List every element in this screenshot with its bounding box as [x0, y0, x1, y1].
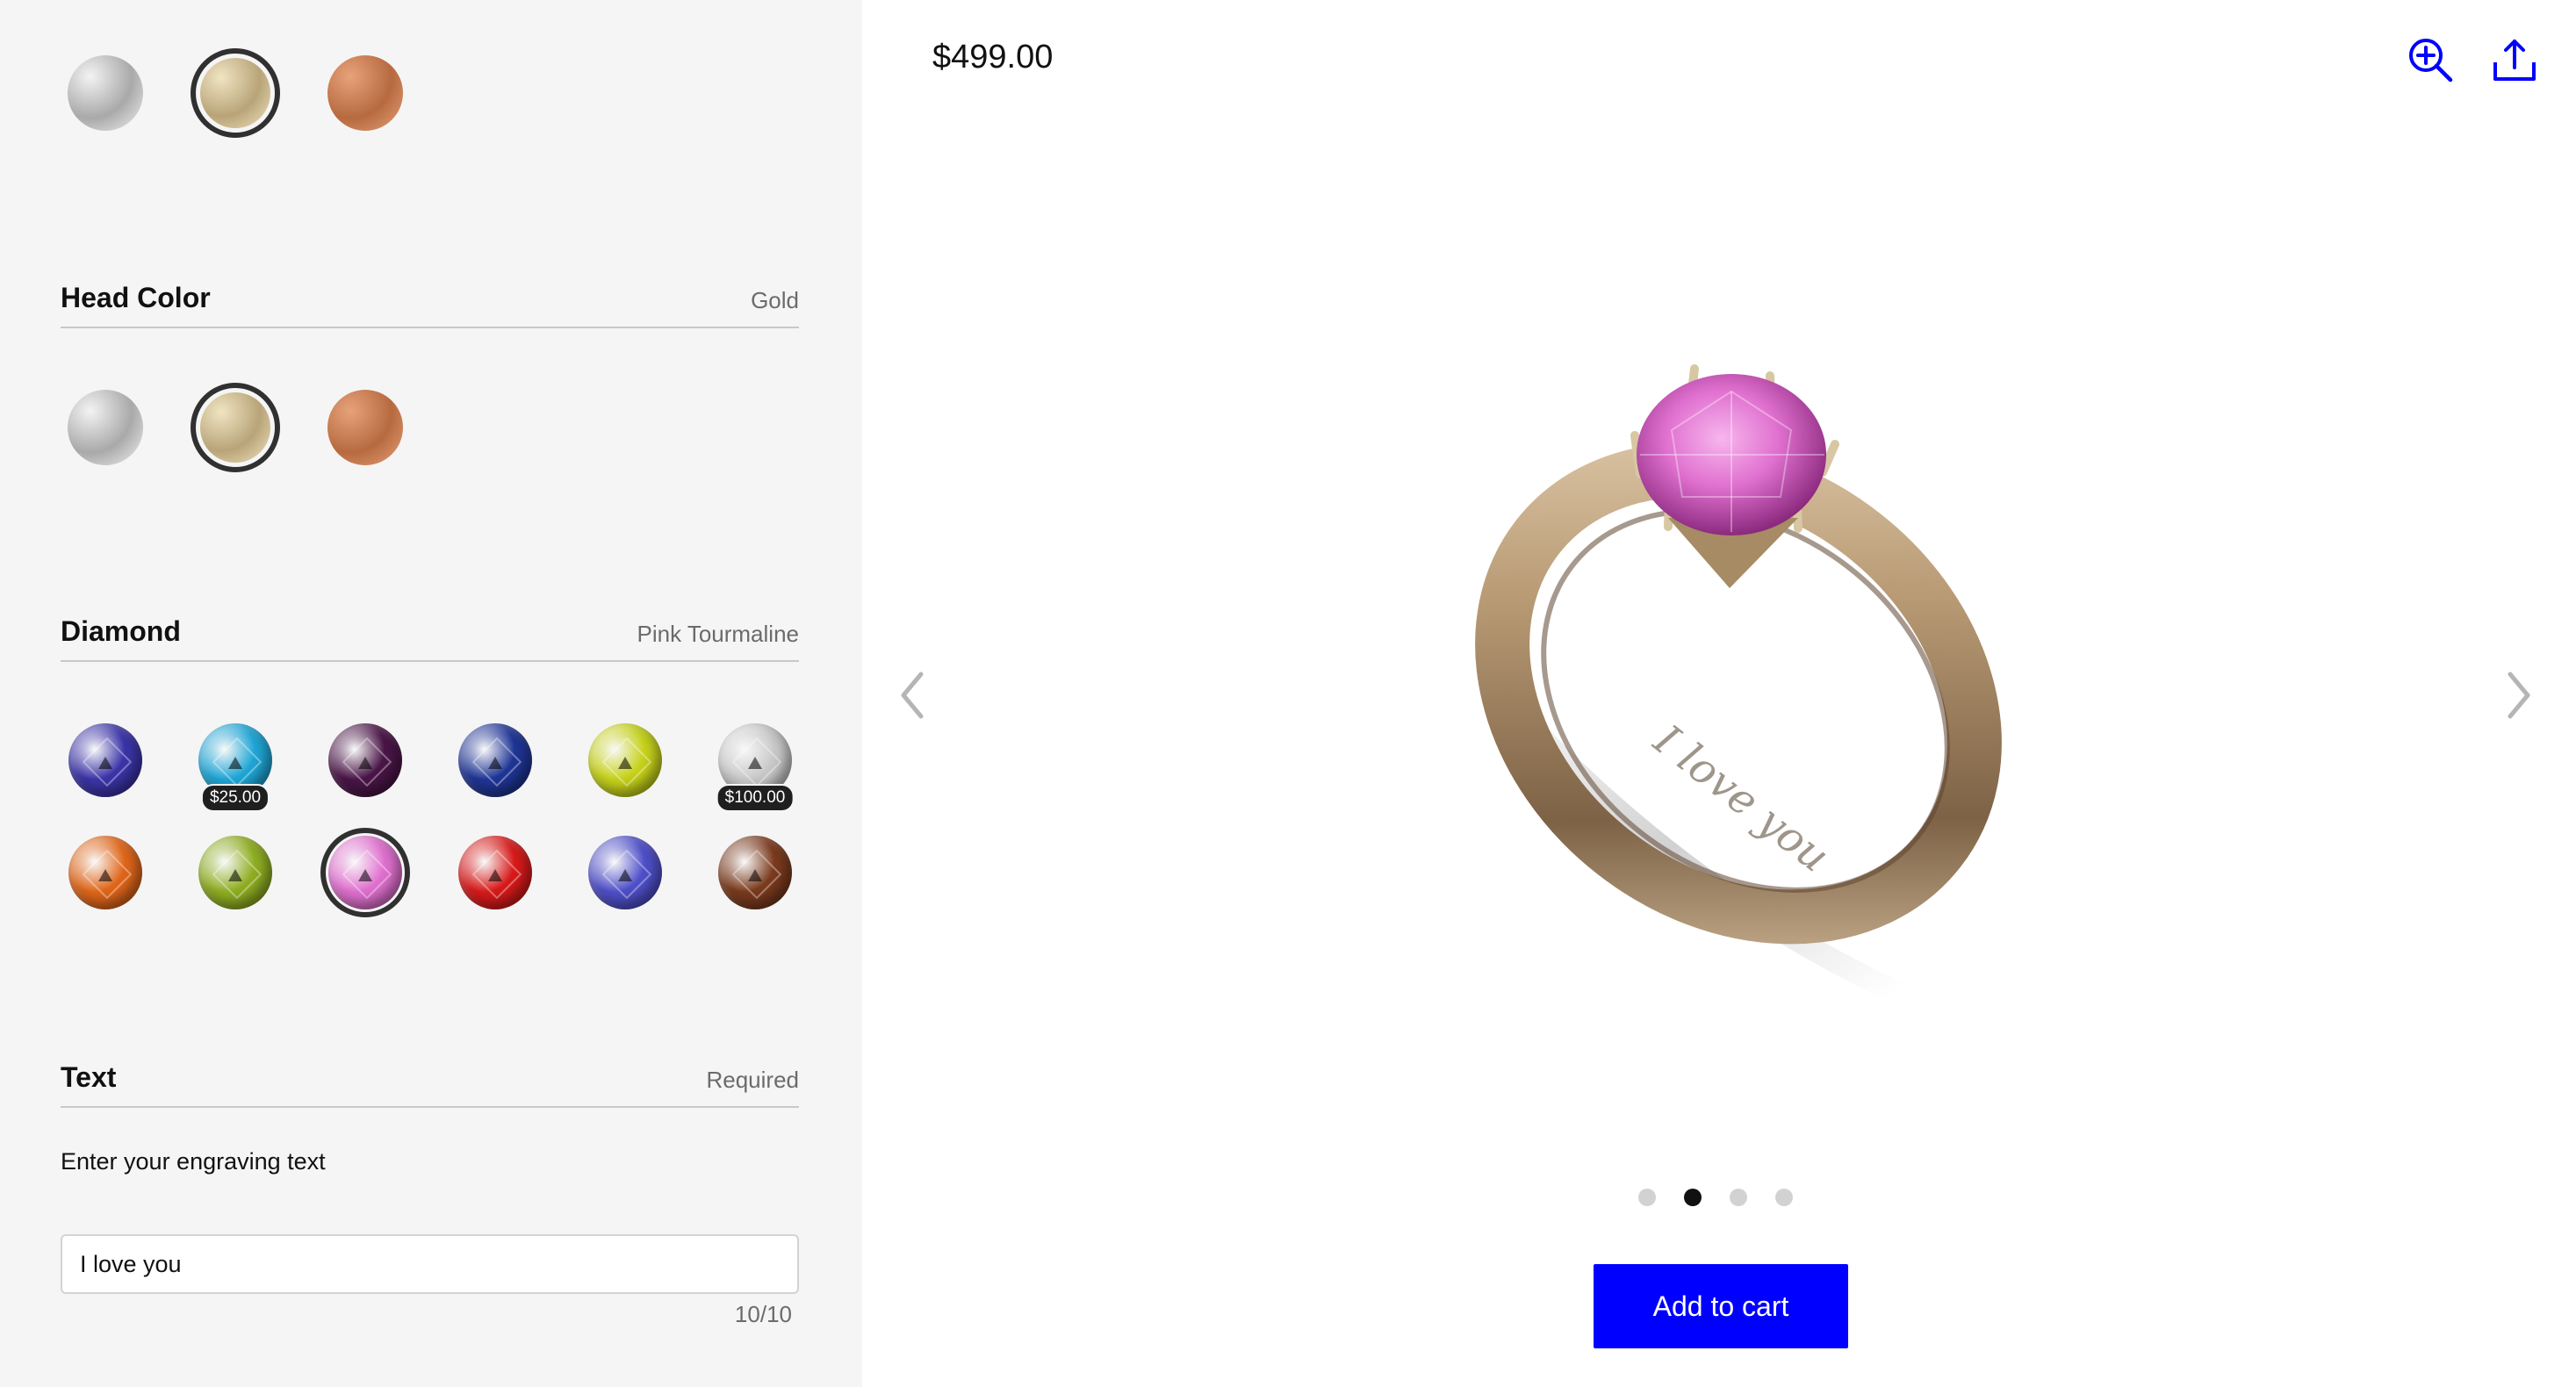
carousel-dot[interactable] [1684, 1189, 1702, 1206]
gem-option[interactable] [320, 715, 410, 805]
section-title: Text [61, 1061, 117, 1093]
gem-stone-icon [68, 836, 142, 909]
gem-stone-icon [458, 723, 532, 797]
section-title: Diamond [61, 615, 181, 647]
gem-option[interactable] [61, 715, 150, 805]
swatch-fill [200, 58, 270, 128]
band-swatch-gold[interactable] [191, 48, 280, 138]
gem-option[interactable] [580, 715, 670, 805]
swatch-fill [68, 55, 143, 131]
add-to-cart-button[interactable]: Add to cart [1594, 1264, 1848, 1348]
section-selected-value: Pink Tourmaline [637, 621, 799, 647]
gem-option[interactable] [320, 828, 410, 917]
carousel-dot[interactable] [1638, 1189, 1656, 1206]
diamond-header: Diamond Pink Tourmaline [61, 607, 799, 662]
gem-option[interactable] [191, 828, 280, 917]
gem-option[interactable] [450, 828, 540, 917]
char-counter: 10/10 [734, 1301, 792, 1327]
gem-stone-icon [328, 836, 402, 909]
zoom-in-icon[interactable] [2406, 35, 2455, 84]
gem-option[interactable] [61, 828, 150, 917]
gem-grid: $25.00 $100.00 [61, 715, 799, 926]
section-title: Head Color [61, 282, 211, 313]
head-swatch-silver[interactable] [61, 383, 150, 472]
engraving-input[interactable] [61, 1234, 799, 1294]
share-icon[interactable] [2490, 35, 2539, 84]
required-label: Required [706, 1067, 799, 1093]
gem-stone-icon [588, 723, 662, 797]
gem-price-badge: $100.00 [716, 784, 795, 812]
band-color-swatches [61, 48, 429, 145]
gem-price-badge: $25.00 [200, 784, 270, 812]
swatch-fill [200, 392, 270, 463]
customizer-panel: Head Color Gold Diamond Pink Tourmaline … [0, 0, 862, 1387]
gem-option[interactable] [710, 828, 800, 917]
text-header: Text Required [61, 1053, 799, 1108]
product-price: $499.00 [932, 39, 1054, 75]
product-image-ring: I love you [1472, 364, 2002, 1003]
gem-option[interactable]: $25.00 [191, 715, 280, 812]
band-swatch-rose-gold[interactable] [320, 48, 410, 138]
head-color-header: Head Color Gold [61, 274, 799, 328]
gem-stone-icon [68, 723, 142, 797]
swatch-fill [327, 55, 403, 131]
swatch-fill [68, 390, 143, 465]
chevron-right-icon[interactable] [2497, 660, 2541, 730]
chevron-left-icon[interactable] [890, 660, 934, 730]
gem-stone-icon [588, 836, 662, 909]
carousel-dot[interactable] [1775, 1189, 1793, 1206]
gem-stone-icon [718, 836, 792, 909]
gem-stone-icon [328, 723, 402, 797]
head-swatch-rose-gold[interactable] [320, 383, 410, 472]
gem-stone-icon [458, 836, 532, 909]
engraving-label: Enter your engraving text [61, 1148, 326, 1175]
carousel-dots [1638, 1187, 1796, 1208]
swatch-fill [327, 390, 403, 465]
band-swatch-silver[interactable] [61, 48, 150, 138]
gem-option[interactable]: $100.00 [710, 715, 800, 812]
head-color-swatches [61, 383, 429, 479]
section-selected-value: Gold [751, 287, 799, 313]
carousel-dot[interactable] [1730, 1189, 1747, 1206]
head-swatch-gold[interactable] [191, 383, 280, 472]
gem-stone-icon [198, 836, 272, 909]
gem-option[interactable] [580, 828, 670, 917]
gem-option[interactable] [450, 715, 540, 805]
